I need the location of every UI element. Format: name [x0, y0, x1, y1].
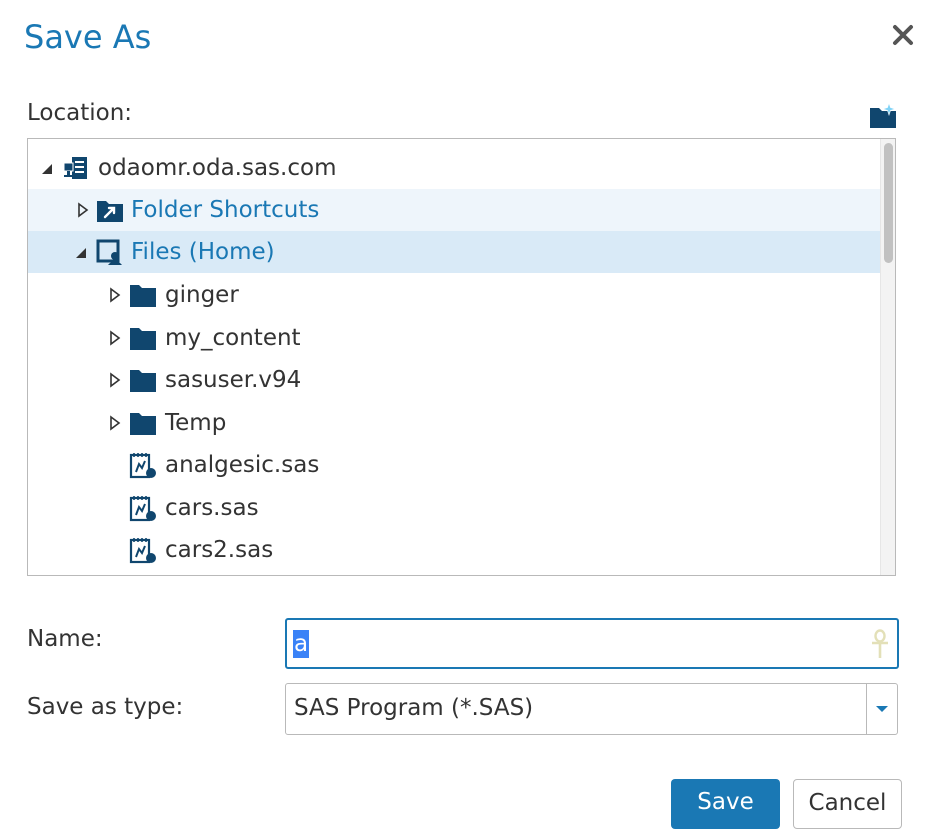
save-button[interactable]: Save — [671, 779, 780, 829]
collapsed-triangle-icon[interactable] — [108, 330, 122, 346]
tree-node-label: cars2.sas — [165, 537, 274, 563]
tree-node-server[interactable]: odaomr.oda.sas.com — [28, 147, 884, 189]
tree-node-label: cars.sas — [165, 495, 259, 521]
dialog-title: Save As — [24, 18, 152, 56]
folder-icon — [130, 285, 156, 307]
location-label: Location: — [27, 100, 133, 126]
location-tree[interactable]: odaomr.oda.sas.com Folder Shortcuts File… — [27, 138, 896, 576]
tree-node-label: analgesic.sas — [165, 452, 320, 478]
collapsed-triangle-icon[interactable] — [108, 372, 122, 388]
tree-node-folder[interactable]: my_content — [28, 317, 884, 359]
home-folder-icon — [96, 239, 122, 265]
sas-program-icon — [129, 453, 156, 479]
name-input[interactable]: a — [285, 618, 899, 669]
tree-node-label: my_content — [165, 325, 301, 351]
tree-node-folder[interactable]: ginger — [28, 274, 884, 316]
tree-node-file[interactable]: analgesic.sas — [28, 444, 884, 486]
cancel-button[interactable]: Cancel — [793, 779, 902, 829]
expanded-triangle-icon[interactable] — [40, 161, 54, 177]
tree-node-label: sasuser.v94 — [165, 367, 302, 393]
tree-node-files-home[interactable]: Files (Home) — [28, 231, 884, 273]
name-input-value[interactable]: a — [293, 630, 310, 658]
tree-node-label: Files (Home) — [131, 239, 275, 265]
tree-node-label: Temp — [165, 410, 227, 436]
collapsed-triangle-icon[interactable] — [76, 202, 90, 218]
tree-node-folder[interactable]: sasuser.v94 — [28, 359, 884, 401]
tree-node-label: ginger — [165, 282, 239, 308]
tree-node-folder[interactable]: Temp — [28, 402, 884, 444]
tree-node-label: Folder Shortcuts — [131, 197, 320, 223]
server-icon — [63, 157, 87, 179]
folder-icon — [130, 370, 156, 392]
chevron-down-icon[interactable] — [875, 704, 889, 714]
save-as-type-value: SAS Program (*.SAS) — [294, 695, 534, 721]
scrollbar-thumb[interactable] — [884, 143, 893, 263]
save-as-type-label: Save as type: — [27, 694, 184, 720]
folder-icon — [130, 413, 156, 435]
collapsed-triangle-icon[interactable] — [108, 415, 122, 431]
name-label: Name: — [27, 626, 103, 652]
expanded-triangle-icon[interactable] — [74, 245, 88, 261]
close-icon[interactable] — [888, 20, 918, 50]
tree-scrollbar[interactable] — [880, 139, 895, 575]
select-divider — [866, 684, 867, 734]
tree-node-file[interactable]: cars.sas — [28, 487, 884, 529]
folder-icon — [130, 328, 156, 350]
sas-program-icon — [129, 538, 156, 564]
tree-node-label: odaomr.oda.sas.com — [98, 155, 337, 181]
ankh-icon — [872, 629, 888, 658]
folder-shortcut-icon — [97, 201, 123, 222]
tree-node-folder-shortcuts[interactable]: Folder Shortcuts — [28, 189, 884, 231]
sas-program-icon — [129, 496, 156, 522]
save-as-type-select[interactable]: SAS Program (*.SAS) — [285, 683, 898, 735]
collapsed-triangle-icon[interactable] — [108, 287, 122, 303]
tree-node-file[interactable]: cars2.sas — [28, 529, 884, 571]
new-folder-icon[interactable] — [868, 102, 898, 130]
